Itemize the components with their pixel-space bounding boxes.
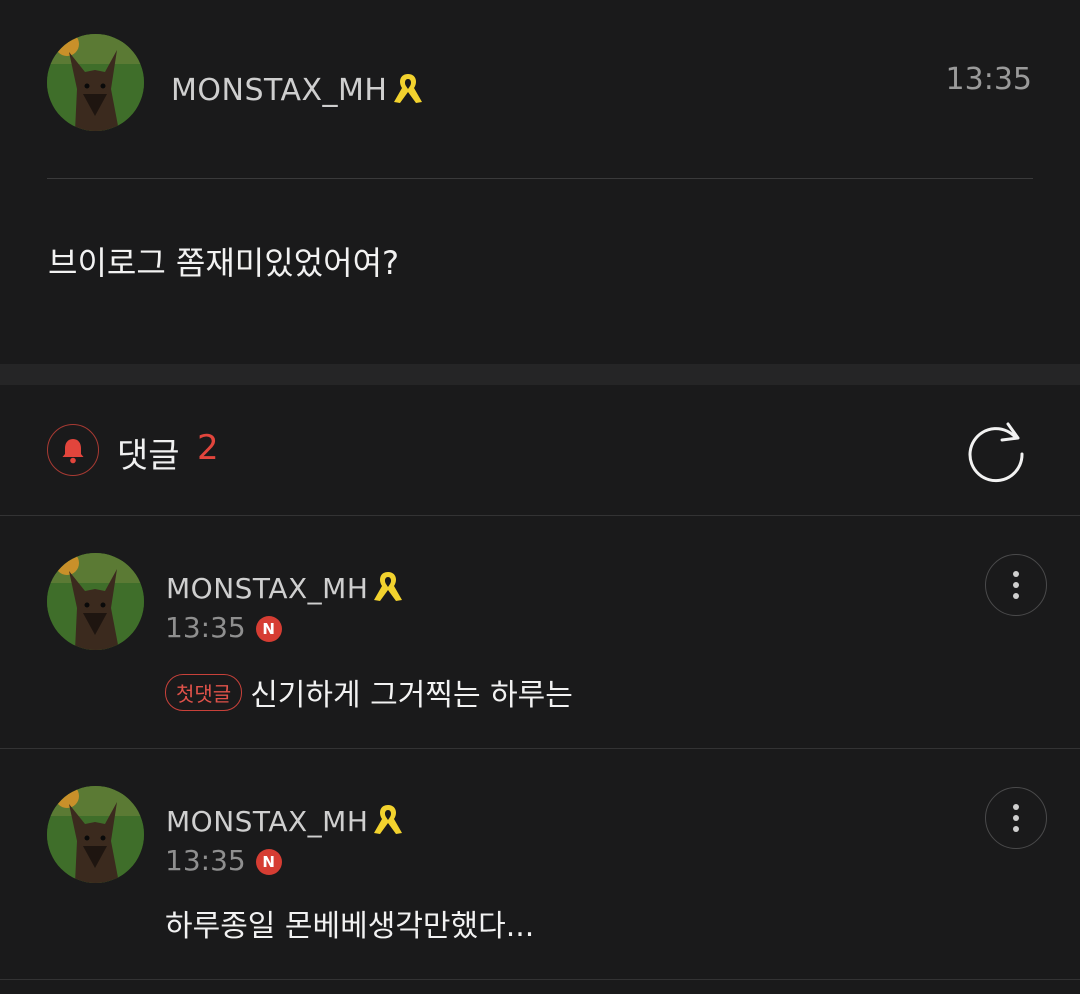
comment-time-text: 13:35: [165, 844, 246, 877]
post-author-name: MONSTAX_MH: [171, 73, 388, 108]
post-header: MONSTAX_MH 13:35: [0, 0, 1080, 180]
divider: [0, 979, 1080, 980]
section-separator: [0, 364, 1080, 385]
post-body: 브이로그 쫌재미있었어여?: [48, 244, 399, 282]
dot: [1013, 571, 1019, 577]
comment-author[interactable]: MONSTAX_MH: [166, 568, 406, 605]
new-badge: N: [255, 616, 282, 642]
comment-body: 신기하게 그거찍는 하루는: [250, 678, 573, 713]
avatar[interactable]: [47, 553, 144, 650]
comment-body: 하루종일 몬베베생각만했다...: [165, 909, 535, 944]
divider: [47, 178, 1033, 179]
dog-avatar-image: [47, 553, 144, 650]
comments-count: 2: [197, 428, 219, 468]
refresh-icon[interactable]: [962, 416, 1030, 484]
yellow-ribbon-icon: [374, 805, 403, 834]
more-options-button[interactable]: [985, 554, 1047, 616]
new-badge: N: [255, 849, 282, 875]
yellow-ribbon-icon: [374, 572, 403, 601]
more-options-button[interactable]: [985, 787, 1047, 849]
dog-avatar-image: [47, 786, 144, 883]
yellow-ribbon-icon: [393, 74, 422, 103]
post-author[interactable]: MONSTAX_MH: [171, 70, 426, 108]
bell-icon[interactable]: [47, 424, 99, 476]
comment-text: 첫댓글 신기하게 그거찍는 하루는: [165, 670, 573, 714]
dot: [1013, 593, 1019, 599]
comment-time-text: 13:35: [165, 611, 246, 644]
comment-author-name: MONSTAX_MH: [166, 572, 369, 605]
avatar[interactable]: [47, 34, 144, 131]
first-comment-badge: 첫댓글: [165, 674, 243, 711]
dot: [1013, 826, 1019, 832]
comment-time: 13:35 N: [165, 844, 282, 877]
comment-item: MONSTAX_MH 13:35 N 첫댓글 신기하게 그거찍는 하루는: [0, 516, 1080, 748]
dot: [1013, 815, 1019, 821]
dog-avatar-image: [47, 34, 144, 131]
post-time: 13:35: [945, 62, 1032, 97]
avatar[interactable]: [47, 786, 144, 883]
comment-time: 13:35 N: [165, 611, 282, 644]
comment-item: MONSTAX_MH 13:35 N 하루종일 몬베베생각만했다...: [0, 749, 1080, 979]
comments-label: 댓글: [117, 436, 180, 476]
comment-author[interactable]: MONSTAX_MH: [166, 801, 406, 838]
comment-author-name: MONSTAX_MH: [166, 805, 369, 838]
dot: [1013, 582, 1019, 588]
comment-text: 하루종일 몬베베생각만했다...: [165, 901, 534, 945]
dot: [1013, 804, 1019, 810]
